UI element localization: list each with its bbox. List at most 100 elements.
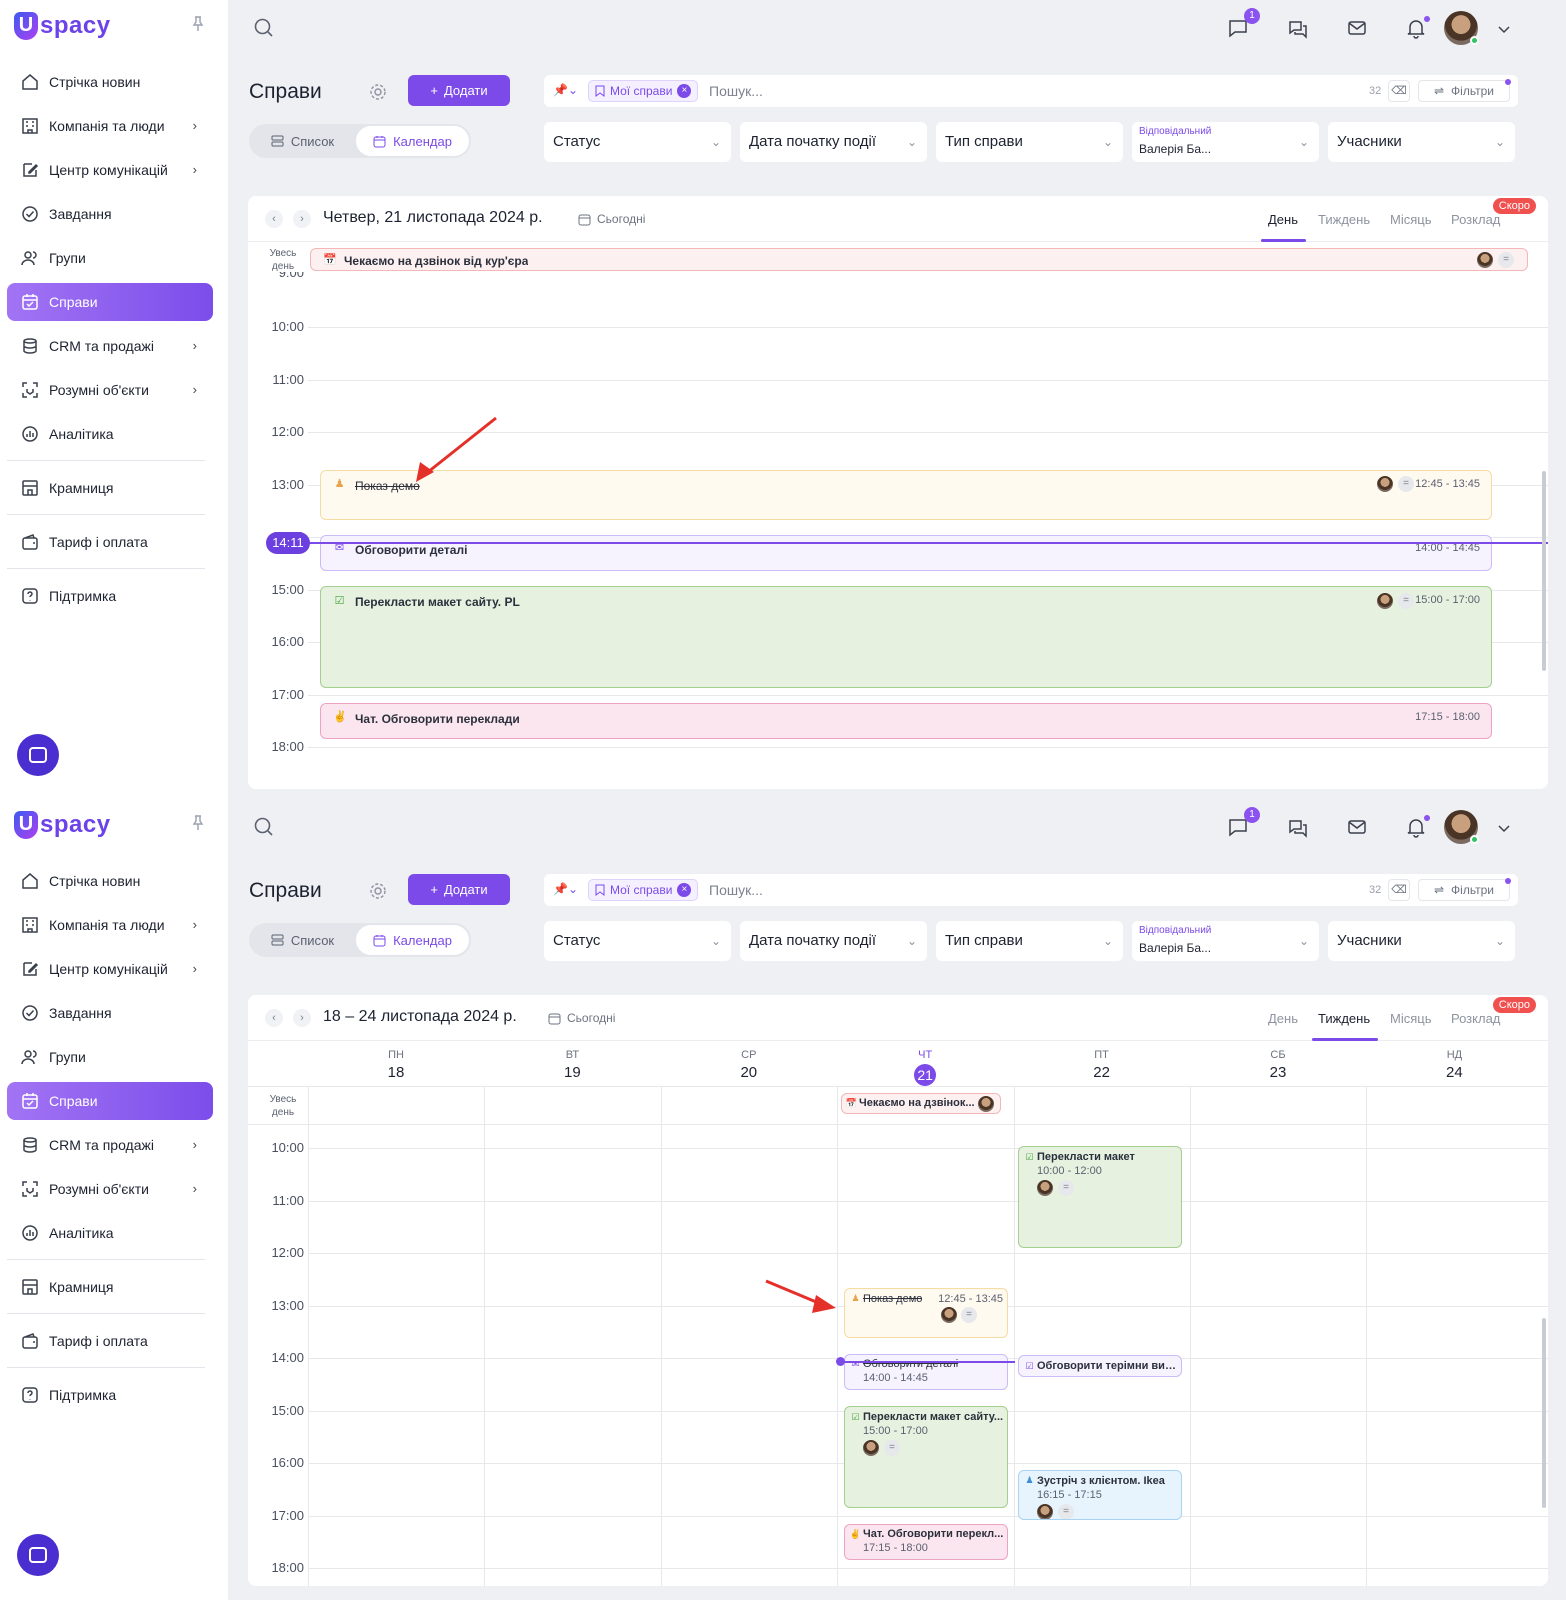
start-date-select[interactable]: Дата початку події ⌄: [740, 122, 927, 162]
day-header-23[interactable]: СБ 23: [1190, 1041, 1366, 1081]
all-day-event[interactable]: 📅 Чекаємо на дзвінок...: [841, 1093, 1001, 1114]
sidebar-item-5[interactable]: Справи: [7, 283, 213, 321]
day-header-21[interactable]: ЧТ 21: [837, 1041, 1013, 1086]
calendar-view-button[interactable]: Календар: [356, 925, 469, 955]
event-chat-translations-thu[interactable]: ✌ Чат. Обговорити перекл... 17:15 - 18:0…: [844, 1524, 1008, 1560]
remove-chip-icon[interactable]: ×: [677, 84, 692, 98]
sidebar-item-3[interactable]: Завдання: [7, 994, 213, 1032]
app-logo[interactable]: U spacy: [14, 12, 111, 40]
sidebar-item-support[interactable]: Підтримка: [7, 1376, 213, 1414]
start-date-select[interactable]: Дата початку події ⌄: [740, 921, 927, 961]
day-header-22[interactable]: ПТ 22: [1014, 1041, 1190, 1081]
all-day-event[interactable]: 📅 Чекаємо на дзвінок від кур'єра =: [310, 248, 1528, 271]
event-demo-thu[interactable]: ♟ Показ демо 12:45 - 13:45 =: [844, 1288, 1008, 1338]
sidebar-item-6[interactable]: CRM та продажі ›: [7, 327, 213, 365]
search-input[interactable]: [709, 874, 1309, 906]
sidebar-item-0[interactable]: Стрічка новин: [7, 63, 213, 101]
responsible-select[interactable]: Відповідальний Валерія Ба... ⌄: [1132, 122, 1319, 162]
status-select[interactable]: Статус ⌄: [544, 122, 731, 162]
list-view-button[interactable]: Список: [249, 124, 356, 158]
search-input[interactable]: [709, 75, 1309, 107]
sidebar-item-4[interactable]: Групи: [7, 1038, 213, 1076]
tab-schedule[interactable]: Розклад: [1451, 212, 1500, 227]
sidebar-item-7[interactable]: Розумні об'єкти ›: [7, 371, 213, 409]
sidebar-item-6[interactable]: CRM та продажі ›: [7, 1126, 213, 1164]
day-header-24[interactable]: НД 24: [1366, 1041, 1542, 1081]
event-translate-layout-fri[interactable]: ☑ Перекласти макет 10:00 - 12:00 =: [1018, 1146, 1182, 1248]
sidebar-item-5[interactable]: Справи: [7, 1082, 213, 1120]
support-chat-button[interactable]: [17, 734, 59, 776]
sidebar-item-7[interactable]: Розумні об'єкти ›: [7, 1170, 213, 1208]
sidebar-item-2[interactable]: Центр комунікацій ›: [7, 151, 213, 189]
event-discuss-details[interactable]: ✉ Обговорити деталі 14:00 - 14:45: [320, 535, 1492, 571]
prev-arrow-icon[interactable]: ‹: [265, 210, 283, 228]
mail-icon[interactable]: [1345, 16, 1369, 40]
status-select[interactable]: Статус ⌄: [544, 921, 731, 961]
gear-icon[interactable]: [369, 83, 387, 106]
tab-month[interactable]: Місяць: [1390, 212, 1431, 227]
day-header-18[interactable]: ПН 18: [308, 1041, 484, 1081]
tab-day[interactable]: День: [1268, 1011, 1298, 1026]
next-arrow-icon[interactable]: ›: [293, 1009, 311, 1027]
deal-type-select[interactable]: Тип справи ⌄: [936, 122, 1123, 162]
sidebar-item-support[interactable]: Підтримка: [7, 577, 213, 615]
bell-icon[interactable]: [1404, 815, 1430, 839]
app-logo[interactable]: U spacy: [14, 811, 111, 839]
sidebar-item-store[interactable]: Крамниця: [7, 1268, 213, 1306]
day-header-19[interactable]: ВТ 19: [484, 1041, 660, 1081]
support-chat-button[interactable]: [17, 1534, 59, 1576]
chevron-down-icon[interactable]: [1492, 18, 1516, 42]
messages-icon[interactable]: 1: [1226, 807, 1260, 839]
pin-filter-icon[interactable]: 📌⌄: [553, 83, 578, 97]
event-discuss-details-thu[interactable]: ✉ Обговорити деталі 14:00 - 14:45: [844, 1354, 1008, 1390]
participants-select[interactable]: Учасники ⌄: [1328, 122, 1515, 162]
sidebar-item-4[interactable]: Групи: [7, 239, 213, 277]
responsible-select[interactable]: Відповідальний Валерія Ба... ⌄: [1132, 921, 1319, 961]
chevron-down-icon[interactable]: [1492, 817, 1516, 841]
sidebar-item-2[interactable]: Центр комунікацій ›: [7, 950, 213, 988]
tab-week[interactable]: Тиждень: [1318, 1011, 1370, 1026]
event-client-meeting-fri[interactable]: ♟ Зустріч з клієнтом. Ikea 16:15 - 17:15…: [1018, 1470, 1182, 1520]
filters-button[interactable]: ⇌ Фільтри: [1418, 79, 1511, 102]
pin-sidebar-icon[interactable]: [192, 16, 206, 34]
pin-sidebar-icon[interactable]: [192, 815, 206, 833]
event-demo[interactable]: ♟ Показ демо = 12:45 - 13:45: [320, 470, 1492, 520]
event-translate-site-thu[interactable]: ☑ Перекласти макет сайту... 15:00 - 17:0…: [844, 1406, 1008, 1508]
global-search-icon[interactable]: [254, 817, 274, 842]
day-header-20[interactable]: СР 20: [661, 1041, 837, 1081]
pin-filter-icon[interactable]: 📌⌄: [553, 882, 578, 896]
sidebar-item-store[interactable]: Крамниця: [7, 469, 213, 507]
mail-icon[interactable]: [1345, 815, 1369, 839]
eraser-icon[interactable]: ⌫: [1388, 879, 1410, 901]
sidebar-item-1[interactable]: Компанія та люди ›: [7, 107, 213, 145]
global-search-icon[interactable]: [254, 18, 274, 43]
tab-month[interactable]: Місяць: [1390, 1011, 1431, 1026]
tab-schedule[interactable]: Розклад: [1451, 1011, 1500, 1026]
sidebar-item-1[interactable]: Компанія та люди ›: [7, 906, 213, 944]
my-deals-chip[interactable]: Мої справи ×: [588, 80, 699, 102]
add-button[interactable]: + Додати: [408, 75, 510, 106]
event-translate-layout[interactable]: ☑ Перекласти макет сайту. PL = 15:00 - 1…: [320, 586, 1492, 688]
today-button[interactable]: Сьогодні: [578, 212, 645, 226]
deal-type-select[interactable]: Тип справи ⌄: [936, 921, 1123, 961]
user-avatar[interactable]: [1444, 810, 1479, 844]
list-view-button[interactable]: Список: [249, 923, 356, 957]
sidebar-item-3[interactable]: Завдання: [7, 195, 213, 233]
filters-button[interactable]: ⇌ Фільтри: [1418, 878, 1511, 901]
participants-select[interactable]: Учасники ⌄: [1328, 921, 1515, 961]
user-avatar[interactable]: [1444, 11, 1479, 45]
remove-chip-icon[interactable]: ×: [677, 883, 692, 897]
tab-week[interactable]: Тиждень: [1318, 212, 1370, 227]
sidebar-item-8[interactable]: Аналітика: [7, 415, 213, 453]
scrollbar[interactable]: [1542, 471, 1546, 671]
prev-arrow-icon[interactable]: ‹: [265, 1009, 283, 1027]
sidebar-item-billing[interactable]: Тариф і оплата: [7, 523, 213, 561]
sidebar-item-8[interactable]: Аналітика: [7, 1214, 213, 1252]
sidebar-item-billing[interactable]: Тариф і оплата: [7, 1322, 213, 1360]
chat-icon[interactable]: [1286, 815, 1310, 839]
bell-icon[interactable]: [1404, 16, 1430, 40]
add-button[interactable]: + Додати: [408, 874, 510, 905]
today-button[interactable]: Сьогодні: [548, 1011, 615, 1025]
messages-icon[interactable]: 1: [1226, 8, 1260, 40]
next-arrow-icon[interactable]: ›: [293, 210, 311, 228]
